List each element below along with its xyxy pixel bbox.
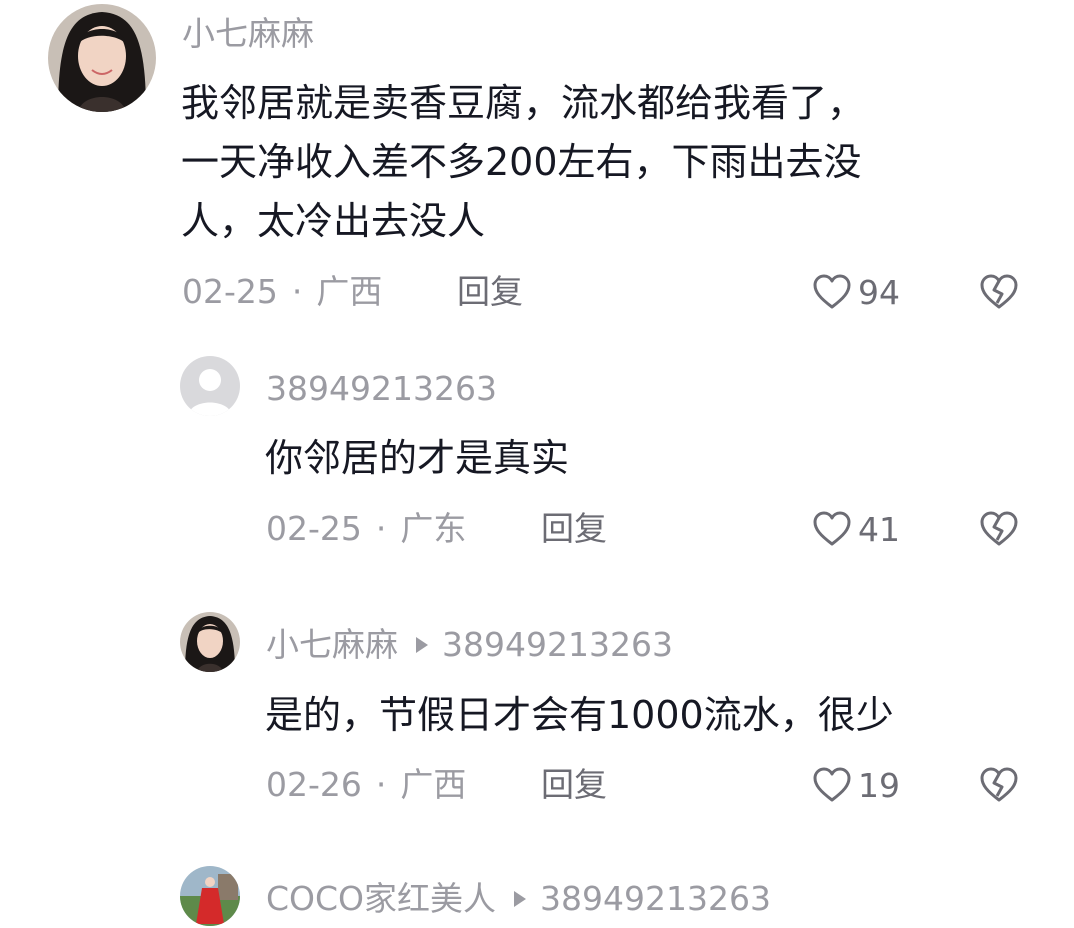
reply-button[interactable]: 回复 [457, 272, 523, 312]
comment-date: 02-25 [182, 272, 278, 311]
reply-author[interactable]: COCO家红美人 [266, 879, 496, 918]
comment-username[interactable]: 小七麻麻 38949213263 [266, 625, 673, 665]
triangle-right-icon [416, 637, 428, 653]
comment-text-line: 一天净收入差不多200左右，下雨出去没 [181, 140, 862, 184]
avatar[interactable] [180, 866, 240, 926]
comment-location: 广西 [400, 765, 467, 804]
comment-text-line: 你邻居的才是真实 [265, 436, 570, 480]
comment-date: 02-26 [266, 765, 362, 804]
dislike-button[interactable] [979, 766, 1019, 804]
avatar[interactable] [180, 612, 240, 672]
reply-target[interactable]: 38949213263 [540, 879, 771, 918]
like-button[interactable]: 94 [812, 272, 900, 312]
comment-location: 广西 [316, 272, 383, 311]
comment-username[interactable]: 38949213263 [266, 369, 497, 409]
like-button[interactable]: 41 [812, 509, 900, 549]
reply-target[interactable]: 38949213263 [442, 625, 673, 664]
comment-date: 02-25 [266, 509, 362, 548]
avatar[interactable] [48, 4, 156, 112]
reply-button[interactable]: 回复 [541, 765, 607, 805]
meta-separator: · [375, 765, 387, 804]
heart-outline-icon [813, 511, 851, 546]
reply-author[interactable]: 小七麻麻 [266, 625, 398, 664]
comment-text-line: 人，太冷出去没人 [181, 199, 486, 243]
broken-heart-icon [980, 274, 1018, 309]
avatar[interactable] [180, 356, 240, 416]
broken-heart-icon [980, 511, 1018, 546]
meta-separator: · [291, 272, 303, 311]
heart-outline-icon [813, 274, 851, 309]
comment-username[interactable]: COCO家红美人 38949213263 [266, 879, 771, 919]
comment-username[interactable]: 小七麻麻 [182, 14, 314, 54]
reply-button[interactable]: 回复 [541, 509, 607, 549]
like-count: 41 [858, 509, 900, 549]
triangle-right-icon [514, 891, 527, 907]
dislike-button[interactable] [979, 510, 1019, 548]
broken-heart-icon [980, 767, 1018, 802]
like-count: 19 [858, 765, 900, 805]
heart-outline-icon [813, 767, 851, 802]
comment-text-line: 是的，节假日才会有1000流水，很少 [265, 693, 894, 737]
comment-location: 广东 [400, 509, 467, 548]
comment-meta: 02-26 · 广西 [266, 765, 466, 805]
like-count: 94 [858, 272, 900, 312]
comment-meta: 02-25 · 广东 [266, 509, 466, 549]
like-button[interactable]: 19 [812, 765, 900, 805]
meta-separator: · [375, 509, 387, 548]
dislike-button[interactable] [979, 273, 1019, 311]
comment-text-line: 我邻居就是卖香豆腐，流水都给我看了， [181, 81, 866, 125]
comment-meta: 02-25 · 广西 [182, 272, 382, 312]
